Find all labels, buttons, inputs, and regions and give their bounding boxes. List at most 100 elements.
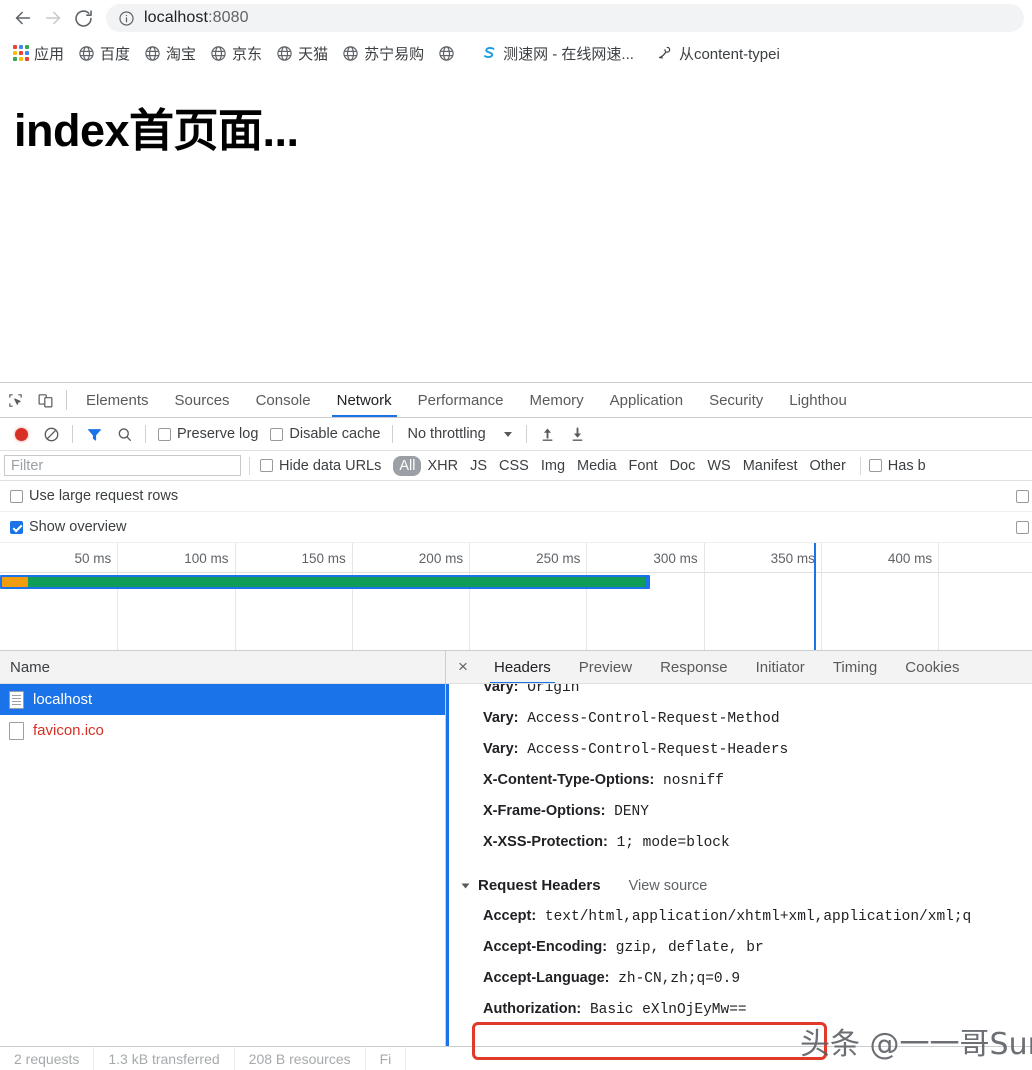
header-key: Accept-Encoding: bbox=[483, 939, 608, 955]
header-value: Origin bbox=[527, 684, 580, 696]
type-filter-ws[interactable]: WS bbox=[701, 456, 736, 476]
toolbar-divider bbox=[525, 425, 527, 443]
type-filter-media[interactable]: Media bbox=[571, 456, 623, 476]
speedtest-icon bbox=[480, 44, 498, 62]
tab-elements[interactable]: Elements bbox=[73, 383, 162, 417]
tab-response[interactable]: Response bbox=[646, 651, 742, 683]
clear-button[interactable] bbox=[36, 420, 66, 448]
option-row-large-rows: Use large request rows G bbox=[0, 481, 1032, 512]
group-option-1-checkbox[interactable]: G bbox=[1010, 488, 1032, 504]
tab-label: Sources bbox=[174, 391, 230, 409]
tab-label: Elements bbox=[86, 391, 149, 409]
headers-content[interactable]: Vary: Origin Vary: Access-Control-Reques… bbox=[446, 684, 1032, 1046]
tab-label: Performance bbox=[417, 391, 504, 409]
bookmark-suning[interactable]: 苏宁易购 bbox=[335, 40, 431, 67]
tab-memory[interactable]: Memory bbox=[517, 383, 597, 417]
hide-data-urls-label: Hide data URLs bbox=[279, 457, 382, 474]
tab-label: Security bbox=[709, 391, 764, 409]
preserve-log-checkbox[interactable]: Preserve log bbox=[152, 426, 264, 442]
tab-preview[interactable]: Preview bbox=[565, 651, 646, 683]
has-blocked-cookies-checkbox[interactable]: Has b bbox=[868, 458, 932, 474]
overview-gridline bbox=[469, 543, 471, 650]
throttling-select[interactable]: No throttling bbox=[399, 426, 519, 442]
type-filter-css[interactable]: CSS bbox=[493, 456, 535, 476]
request-list-header[interactable]: Name bbox=[0, 651, 445, 684]
tab-label: Application bbox=[609, 391, 684, 409]
network-overview-chart[interactable]: 50 ms 100 ms 150 ms 200 ms 250 ms 300 ms 350 m… bbox=[0, 543, 1032, 651]
bookmark-taobao[interactable]: 淘宝 bbox=[137, 40, 203, 67]
request-headers-section-title[interactable]: Request Headers View source bbox=[449, 870, 1032, 901]
inspect-element-icon[interactable] bbox=[0, 383, 30, 417]
type-filter-manifest[interactable]: Manifest bbox=[737, 456, 804, 476]
bookmark-baidu[interactable]: 百度 bbox=[71, 40, 137, 67]
search-button[interactable] bbox=[109, 420, 139, 448]
toolbar-divider bbox=[72, 425, 73, 443]
type-filter-img[interactable]: Img bbox=[535, 456, 571, 476]
export-har-button[interactable] bbox=[563, 420, 593, 448]
record-button[interactable] bbox=[6, 420, 36, 448]
reload-icon[interactable] bbox=[68, 3, 98, 33]
header-key: Accept: bbox=[483, 908, 537, 924]
bookmark-jd[interactable]: 京东 bbox=[203, 40, 269, 67]
filter-placeholder: Filter bbox=[11, 457, 44, 474]
checkbox-box bbox=[10, 489, 23, 503]
type-filter-xhr[interactable]: XHR bbox=[421, 456, 464, 476]
bookmark-tmall[interactable]: 天猫 bbox=[269, 40, 335, 67]
tab-sources[interactable]: Sources bbox=[162, 383, 243, 417]
tab-initiator[interactable]: Initiator bbox=[742, 651, 819, 683]
globe-icon bbox=[276, 45, 293, 62]
overview-gridlines: 50 ms 100 ms 150 ms 200 ms 250 ms 300 ms 350 m… bbox=[0, 543, 1032, 650]
network-split: Name localhost favicon.ico × Headers Pre… bbox=[0, 651, 1032, 1046]
type-filter-font[interactable]: Font bbox=[623, 456, 664, 476]
type-filter-all[interactable]: All bbox=[393, 455, 422, 476]
address-bar[interactable]: localhost:8080 bbox=[106, 4, 1024, 32]
tab-security[interactable]: Security bbox=[696, 383, 776, 417]
disable-cache-label: Disable cache bbox=[289, 426, 381, 442]
use-large-rows-checkbox[interactable]: Use large request rows bbox=[4, 488, 184, 504]
toggle-device-toolbar-icon[interactable] bbox=[30, 383, 60, 417]
overview-tick-label: 250 ms bbox=[536, 551, 581, 566]
type-filter-doc[interactable]: Doc bbox=[664, 456, 702, 476]
type-filter-js[interactable]: JS bbox=[464, 456, 493, 476]
bookmark-content-type[interactable]: 从content-typei bbox=[649, 40, 787, 67]
header-row: Vary: Access-Control-Request-Method bbox=[449, 703, 1032, 734]
forward-icon[interactable] bbox=[38, 3, 68, 33]
hide-data-urls-checkbox[interactable]: Hide data URLs bbox=[258, 458, 387, 474]
overview-bar-segment bbox=[28, 577, 645, 587]
table-row[interactable]: localhost bbox=[0, 684, 445, 715]
bookmark-unnamed[interactable] bbox=[431, 42, 467, 65]
header-value: Access-Control-Request-Method bbox=[527, 711, 780, 727]
document-blank-icon bbox=[9, 721, 24, 740]
tab-performance[interactable]: Performance bbox=[405, 383, 517, 417]
tab-network[interactable]: Network bbox=[324, 383, 405, 417]
close-icon[interactable]: × bbox=[446, 657, 480, 677]
globe-icon bbox=[78, 45, 95, 62]
request-list: Name localhost favicon.ico bbox=[0, 651, 446, 1046]
tab-headers[interactable]: Headers bbox=[480, 651, 565, 683]
tab-cookies[interactable]: Cookies bbox=[891, 651, 973, 683]
bookmark-speedtest[interactable]: 测速网 - 在线网速... bbox=[473, 40, 641, 67]
view-source-link[interactable]: View source bbox=[629, 878, 708, 894]
table-row[interactable]: favicon.ico bbox=[0, 715, 445, 746]
tab-lighthouse[interactable]: Lighthou bbox=[776, 383, 860, 417]
toolbar-divider bbox=[145, 425, 146, 443]
import-har-button[interactable] bbox=[533, 420, 563, 448]
overview-tick-label: 150 ms bbox=[301, 551, 346, 566]
bookmark-apps[interactable]: 应用 bbox=[6, 40, 71, 67]
show-overview-checkbox[interactable]: Show overview bbox=[4, 519, 133, 535]
back-icon[interactable] bbox=[8, 3, 38, 33]
type-filter-other[interactable]: Other bbox=[804, 456, 852, 476]
tab-timing[interactable]: Timing bbox=[819, 651, 891, 683]
overview-gridline bbox=[117, 543, 119, 650]
filter-input[interactable]: Filter bbox=[4, 455, 241, 476]
group-option-2-checkbox[interactable]: G bbox=[1010, 519, 1032, 535]
checkbox-box bbox=[868, 459, 882, 472]
tab-console[interactable]: Console bbox=[243, 383, 324, 417]
screenshot-root: localhost:8080 应用 百度 淘宝 京东 天猫 苏宁易购 测速网 -… bbox=[0, 0, 1032, 1070]
disable-cache-checkbox[interactable]: Disable cache bbox=[264, 426, 386, 442]
header-value: nosniff bbox=[663, 773, 724, 789]
filter-button[interactable] bbox=[79, 420, 109, 448]
header-value: Access-Control-Request-Headers bbox=[527, 742, 789, 758]
site-info-icon[interactable] bbox=[118, 10, 135, 27]
tab-application[interactable]: Application bbox=[597, 383, 696, 417]
